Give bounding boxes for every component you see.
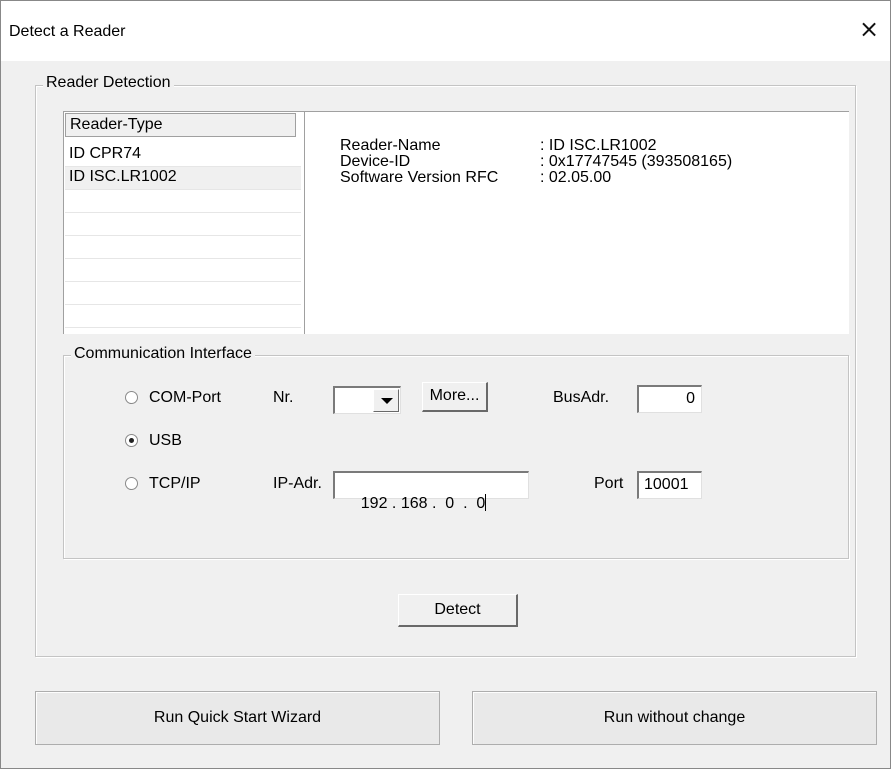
software-version-value: : 02.05.00: [540, 169, 612, 186]
run-quick-start-wizard-button[interactable]: Run Quick Start Wizard: [35, 691, 440, 745]
com-port-number-select[interactable]: [333, 386, 401, 414]
list-item[interactable]: [65, 190, 301, 213]
ip-adr-label: IP-Adr.: [273, 475, 322, 492]
title-bar: Detect a Reader ×: [1, 1, 890, 61]
reader-name-label: Reader-Name: [340, 137, 441, 154]
ip-address-input[interactable]: 192 . 168 . 0 . 0: [333, 471, 529, 512]
list-item[interactable]: [65, 259, 301, 282]
com-port-radio[interactable]: [125, 391, 138, 404]
com-port-label[interactable]: COM-Port: [149, 389, 221, 407]
more-button[interactable]: More...: [422, 382, 488, 412]
detect-button[interactable]: Detect: [398, 594, 518, 627]
reader-detection-legend: Reader Detection: [43, 74, 174, 92]
device-id-value: : 0x17747545 (393508165): [540, 153, 733, 170]
usb-label[interactable]: USB: [149, 432, 182, 450]
port-input[interactable]: 10001: [637, 471, 702, 499]
communication-interface-legend: Communication Interface: [71, 345, 255, 363]
reader-type-list[interactable]: Reader-Type ID CPR74 ID ISC.LR1002: [63, 111, 304, 334]
list-item[interactable]: ID CPR74: [65, 144, 301, 167]
port-label: Port: [594, 475, 624, 492]
close-icon[interactable]: ×: [859, 17, 879, 41]
busadr-input[interactable]: 0: [637, 385, 702, 413]
device-id-label: Device-ID: [340, 153, 411, 170]
reader-type-column-header[interactable]: Reader-Type: [65, 113, 296, 137]
window-title: Detect a Reader: [9, 23, 126, 40]
tcpip-label[interactable]: TCP/IP: [149, 475, 201, 493]
text-cursor: [485, 494, 487, 511]
usb-radio[interactable]: [125, 434, 138, 447]
reader-name-value: : ID ISC.LR1002: [540, 137, 657, 154]
software-version-label: Software Version RFC: [340, 169, 499, 186]
nr-label: Nr.: [273, 389, 294, 406]
tcpip-radio[interactable]: [125, 477, 138, 490]
list-item-selected[interactable]: ID ISC.LR1002: [65, 167, 301, 190]
radio-selected-dot: [129, 438, 134, 443]
dropdown-arrow-icon[interactable]: [373, 389, 399, 412]
busadr-label: BusAdr.: [553, 389, 610, 406]
list-item[interactable]: [65, 282, 301, 305]
ip-address-value: 192 . 168 . 0 . 0: [360, 495, 486, 512]
list-item[interactable]: [65, 213, 301, 236]
list-item[interactable]: [65, 305, 301, 328]
run-without-change-button[interactable]: Run without change: [472, 691, 877, 745]
detect-reader-dialog: Detect a Reader × Reader Detection Reade…: [0, 0, 891, 769]
list-item[interactable]: [65, 236, 301, 259]
reader-info-panel: Reader-Name : ID ISC.LR1002 Device-ID : …: [304, 111, 849, 334]
